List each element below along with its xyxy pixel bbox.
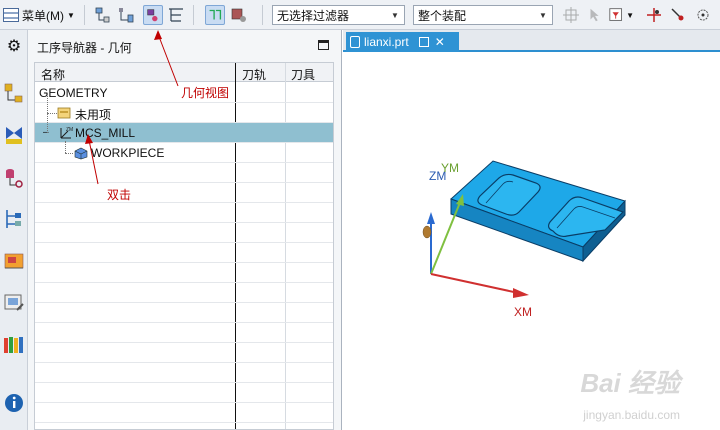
tool-axis-marker (422, 225, 432, 239)
part-file-icon (350, 36, 360, 48)
popout-icon[interactable] (418, 37, 429, 47)
z-axis-arrow (427, 212, 435, 224)
y-axis-line (430, 199, 462, 275)
annotation-geometry-view: 几何视图 (181, 86, 230, 100)
graphics-window[interactable]: lianxi.prt ✕ ZM YM XM Bai 经验 jingyan.bai… (343, 30, 720, 430)
y-axis-label: YM (441, 161, 459, 175)
x-axis-arrow (513, 288, 529, 298)
watermark-url: jingyan.baidu.com (583, 408, 680, 422)
close-icon[interactable]: ✕ (435, 35, 445, 49)
annotation-double-click: 双击 (107, 188, 132, 202)
tab-label: lianxi.prt (364, 35, 409, 49)
graphics-tab-strip: lianxi.prt ✕ (343, 30, 720, 52)
x-axis-label: XM (514, 305, 532, 319)
x-axis-line (430, 273, 524, 295)
watermark-brand: Bai 经验 (580, 368, 680, 398)
tab-lianxi-prt[interactable]: lianxi.prt ✕ (346, 32, 459, 52)
